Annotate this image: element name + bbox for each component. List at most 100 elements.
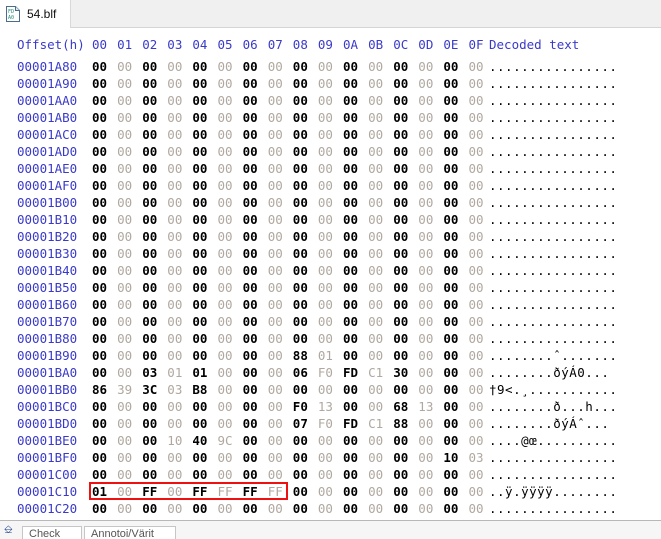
hex-byte-cell[interactable]: 00 — [368, 432, 386, 449]
hex-byte-cell[interactable]: 00 — [293, 211, 311, 228]
hex-byte-cell[interactable]: 00 — [92, 211, 110, 228]
hex-byte-cell[interactable]: 3C — [142, 381, 160, 398]
hex-byte-cell[interactable]: 00 — [243, 109, 261, 126]
hex-byte-cell[interactable]: 00 — [243, 466, 261, 483]
hex-byte-cell[interactable]: 00 — [293, 160, 311, 177]
hex-byte-cell[interactable]: 00 — [243, 500, 261, 517]
hex-byte-cell[interactable]: 00 — [343, 228, 361, 245]
hex-byte-cell[interactable]: 00 — [469, 109, 487, 126]
hex-byte-cell[interactable]: 00 — [268, 109, 286, 126]
hex-byte-cell[interactable]: 00 — [268, 75, 286, 92]
hex-byte-cell[interactable]: 03 — [142, 364, 160, 381]
hex-byte-cell[interactable]: 00 — [142, 432, 160, 449]
hex-byte-cell[interactable]: 00 — [92, 58, 110, 75]
hex-byte-cell[interactable]: 00 — [192, 126, 210, 143]
hex-byte-cell[interactable]: 00 — [293, 432, 311, 449]
hex-byte-cell[interactable]: 00 — [343, 194, 361, 211]
hex-byte-cell[interactable]: 00 — [243, 228, 261, 245]
hex-byte-cell[interactable]: 06 — [293, 364, 311, 381]
hex-byte-cell[interactable]: 00 — [418, 92, 436, 109]
hex-byte-cell[interactable]: 00 — [117, 160, 135, 177]
hex-byte-cell[interactable]: 00 — [469, 126, 487, 143]
hex-byte-cell[interactable]: 00 — [368, 194, 386, 211]
hex-byte-cell[interactable]: 00 — [343, 262, 361, 279]
hex-byte-cell[interactable]: 00 — [393, 211, 411, 228]
hex-byte-cell[interactable]: 00 — [243, 449, 261, 466]
hex-byte-cell[interactable]: 00 — [343, 143, 361, 160]
hex-byte-cell[interactable]: 00 — [117, 500, 135, 517]
hex-byte-cell[interactable]: 00 — [192, 296, 210, 313]
hex-byte-cell[interactable]: 00 — [393, 449, 411, 466]
hex-byte-cell[interactable]: 00 — [443, 126, 461, 143]
hex-byte-cell[interactable]: 00 — [92, 194, 110, 211]
hex-byte-cell[interactable]: 00 — [92, 109, 110, 126]
hex-byte-cell[interactable]: 00 — [443, 143, 461, 160]
hex-byte-cell[interactable]: 00 — [418, 109, 436, 126]
hex-row[interactable]: 00001A90 00 00 00 00 00 00 00 00 00 00 00 00 00 00 00 00… — [0, 75, 661, 92]
hex-byte-cell[interactable]: 00 — [293, 466, 311, 483]
hex-byte-cell[interactable]: 00 — [243, 245, 261, 262]
hex-byte-cell[interactable]: 00 — [117, 228, 135, 245]
hex-byte-cell[interactable]: 00 — [443, 262, 461, 279]
hex-byte-cell[interactable]: 00 — [218, 347, 236, 364]
hex-byte-cell[interactable]: 00 — [117, 58, 135, 75]
hex-row[interactable]: 00001B20 00 00 00 00 00 00 00 00 00 00 00 00 00 00 00 00… — [0, 228, 661, 245]
hex-byte-cell[interactable]: 00 — [243, 296, 261, 313]
hex-byte-cell[interactable]: 00 — [92, 415, 110, 432]
hex-byte-cell[interactable]: 00 — [293, 500, 311, 517]
hex-byte-cell[interactable]: 00 — [218, 296, 236, 313]
hex-byte-cell[interactable]: 00 — [418, 415, 436, 432]
hex-byte-cell[interactable]: 00 — [443, 109, 461, 126]
hex-byte-cell[interactable]: 00 — [368, 58, 386, 75]
hex-byte-cell[interactable]: 00 — [318, 296, 336, 313]
hex-byte-cell[interactable]: 00 — [117, 177, 135, 194]
hex-byte-cell[interactable]: 01 — [167, 364, 185, 381]
hex-row[interactable]: 00001BC0 00 00 00 00 00 00 00 00 F0 13 00 00 68 13 00 00… — [0, 398, 661, 415]
hex-byte-cell[interactable]: 00 — [192, 279, 210, 296]
hex-byte-cell[interactable]: 10 — [167, 432, 185, 449]
hex-byte-cell[interactable]: 00 — [418, 228, 436, 245]
hex-byte-cell[interactable]: 00 — [443, 211, 461, 228]
hex-byte-cell[interactable]: 68 — [393, 398, 411, 415]
hex-byte-cell[interactable]: 00 — [167, 313, 185, 330]
hex-byte-cell[interactable]: 00 — [243, 279, 261, 296]
hex-byte-cell[interactable]: 00 — [142, 194, 160, 211]
hex-row[interactable]: 00001B70 00 00 00 00 00 00 00 00 00 00 00 00 00 00 00 00… — [0, 313, 661, 330]
hex-byte-cell[interactable]: 00 — [167, 415, 185, 432]
hex-byte-cell[interactable]: 00 — [167, 330, 185, 347]
hex-byte-cell[interactable]: 00 — [142, 92, 160, 109]
hex-byte-cell[interactable]: 00 — [368, 245, 386, 262]
hex-byte-cell[interactable]: 00 — [142, 109, 160, 126]
hex-byte-cell[interactable]: 00 — [192, 211, 210, 228]
hex-byte-cell[interactable]: 00 — [92, 364, 110, 381]
hex-byte-cell[interactable]: 00 — [293, 143, 311, 160]
hex-byte-cell[interactable]: 00 — [368, 313, 386, 330]
hex-byte-cell[interactable]: 00 — [393, 126, 411, 143]
hex-byte-cell[interactable]: 00 — [393, 92, 411, 109]
hex-byte-cell[interactable]: 00 — [393, 194, 411, 211]
hex-byte-cell[interactable]: 00 — [418, 194, 436, 211]
hex-byte-cell[interactable]: 00 — [167, 211, 185, 228]
hex-byte-cell[interactable]: 00 — [243, 364, 261, 381]
hex-byte-cell[interactable]: 00 — [117, 449, 135, 466]
hex-byte-cell[interactable]: 00 — [117, 466, 135, 483]
hex-byte-cell[interactable]: 00 — [368, 211, 386, 228]
hex-byte-cell[interactable]: 00 — [268, 296, 286, 313]
hex-byte-cell[interactable]: 00 — [218, 313, 236, 330]
hex-byte-cell[interactable]: 00 — [318, 92, 336, 109]
hex-byte-cell[interactable]: 00 — [142, 466, 160, 483]
hex-byte-cell[interactable]: 00 — [393, 75, 411, 92]
hex-byte-cell[interactable]: 00 — [243, 92, 261, 109]
hex-byte-cell[interactable]: 00 — [142, 143, 160, 160]
hex-byte-cell[interactable]: 00 — [368, 449, 386, 466]
hex-byte-cell[interactable]: 00 — [92, 398, 110, 415]
hex-byte-cell[interactable]: 00 — [92, 466, 110, 483]
hex-byte-cell[interactable]: 00 — [117, 313, 135, 330]
hex-byte-cell[interactable]: 00 — [92, 296, 110, 313]
hex-byte-cell[interactable]: 00 — [192, 466, 210, 483]
hex-byte-cell[interactable]: 00 — [192, 194, 210, 211]
hex-byte-cell[interactable]: 00 — [92, 160, 110, 177]
hex-byte-cell[interactable]: 00 — [393, 466, 411, 483]
hex-byte-cell[interactable]: 00 — [117, 262, 135, 279]
hex-byte-cell[interactable]: 00 — [368, 262, 386, 279]
